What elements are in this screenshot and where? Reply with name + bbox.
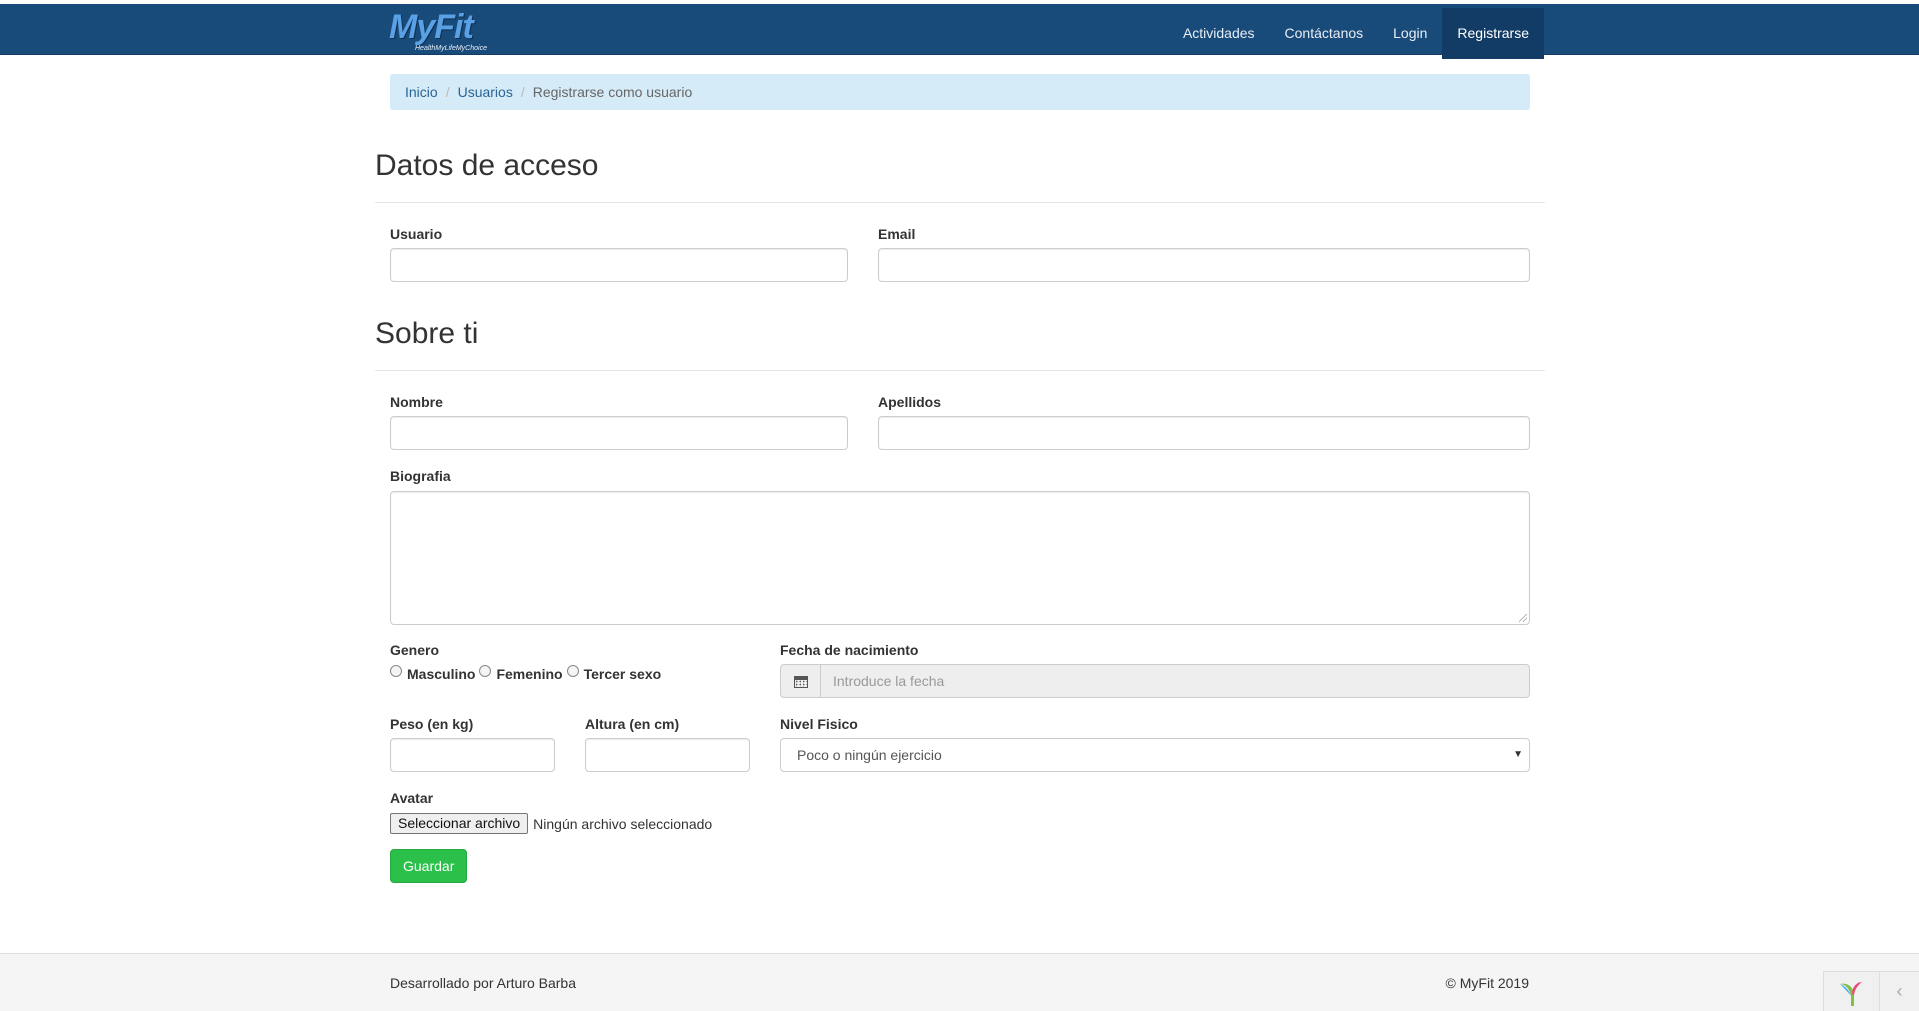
navbar: MyFit HealthMyLifeMyChoice Actividades C… xyxy=(0,4,1919,59)
genero-radio-group: Masculino Femenino Tercer sexo xyxy=(390,665,665,682)
radio-button[interactable] xyxy=(390,665,402,677)
radio-label: Masculino xyxy=(407,666,476,682)
brand-tagline: HealthMyLifeMyChoice xyxy=(415,45,487,52)
nav-links: Actividades Contáctanos Login Registrars… xyxy=(1168,8,1544,59)
apellidos-label: Apellidos xyxy=(878,394,942,410)
brand-logo-text: MyFit xyxy=(389,8,474,46)
nombre-input[interactable] xyxy=(390,416,848,450)
breadcrumb-separator: / xyxy=(520,84,525,100)
chevron-down-icon: ▼ xyxy=(1513,749,1523,760)
section-title-access: Datos de acceso xyxy=(375,149,599,182)
footer-credit: Desarrollado por Arturo Barba xyxy=(390,975,576,991)
genero-option-tercer-sexo[interactable]: Tercer sexo xyxy=(566,665,662,682)
breadcrumb-separator: / xyxy=(445,84,450,100)
calendar-icon xyxy=(793,675,808,688)
fecha-input-group xyxy=(780,664,1530,698)
file-status: Ningún archivo seleccionado xyxy=(533,815,713,832)
nav-item-registrarse[interactable]: Registrarse xyxy=(1442,8,1544,59)
peso-input[interactable] xyxy=(390,738,555,772)
section-title-about: Sobre ti xyxy=(375,317,479,350)
email-input[interactable] xyxy=(878,248,1530,282)
nivel-label: Nivel Fisico xyxy=(780,716,858,732)
breadcrumb: Inicio / Usuarios / Registrarse como usuario xyxy=(390,74,1530,110)
avatar-file-input: Seleccionar archivo Ningún archivo selec… xyxy=(390,813,712,834)
nav-item-login[interactable]: Login xyxy=(1378,8,1442,59)
radio-button[interactable] xyxy=(566,665,579,677)
debug-toolbar: ‹ xyxy=(1823,971,1919,1011)
usuario-input[interactable] xyxy=(390,248,848,282)
apellidos-input[interactable] xyxy=(878,416,1530,450)
nav-item-actividades[interactable]: Actividades xyxy=(1168,8,1270,59)
yii-logo-icon[interactable] xyxy=(1836,978,1866,1008)
nivel-selected-value: Poco o ningún ejercicio xyxy=(797,747,942,763)
radio-button[interactable] xyxy=(479,665,492,677)
genero-option-femenino[interactable]: Femenino xyxy=(479,665,563,682)
biografia-label: Biografia xyxy=(390,468,451,484)
footer-copyright: © MyFit 2019 xyxy=(1445,975,1529,991)
nav-item-contactanos[interactable]: Contáctanos xyxy=(1270,8,1379,59)
nivel-select[interactable]: Poco o ningún ejercicio ▼ xyxy=(780,738,1530,772)
peso-label: Peso (en kg) xyxy=(390,716,474,732)
radio-label: Femenino xyxy=(496,666,563,682)
chevron-left-icon[interactable]: ‹ xyxy=(1879,972,1919,1011)
section-divider xyxy=(375,202,1545,203)
usuario-label: Usuario xyxy=(390,226,443,242)
breadcrumb-current: Registrarse como usuario xyxy=(532,84,693,100)
altura-input[interactable] xyxy=(585,738,750,772)
section-divider xyxy=(375,370,1545,371)
date-addon[interactable] xyxy=(780,664,820,698)
radio-label: Tercer sexo xyxy=(583,666,662,682)
brand-logo[interactable]: MyFit HealthMyLifeMyChoice xyxy=(389,9,509,55)
breadcrumb-item-usuarios[interactable]: Usuarios xyxy=(458,84,513,100)
breadcrumb-item-inicio[interactable]: Inicio xyxy=(405,84,438,100)
fecha-label: Fecha de nacimiento xyxy=(780,642,919,658)
genero-label: Genero xyxy=(390,642,440,658)
footer: Desarrollado por Arturo Barba © MyFit 20… xyxy=(0,953,1919,1011)
avatar-label: Avatar xyxy=(390,790,434,806)
nombre-label: Nombre xyxy=(390,394,443,410)
select-file-button[interactable]: Seleccionar archivo xyxy=(390,813,529,834)
biografia-textarea[interactable] xyxy=(390,491,1530,625)
altura-label: Altura (en cm) xyxy=(585,716,680,732)
save-button[interactable]: Guardar xyxy=(390,849,468,883)
email-label: Email xyxy=(878,226,916,242)
fecha-input[interactable] xyxy=(820,664,1530,698)
textarea-resize-handle[interactable] xyxy=(1519,614,1527,622)
genero-option-masculino[interactable]: Masculino xyxy=(390,665,476,682)
